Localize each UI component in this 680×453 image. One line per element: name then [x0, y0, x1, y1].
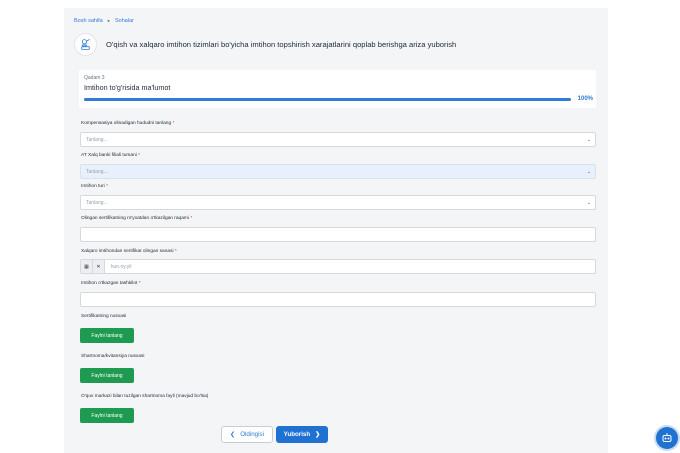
contract-copy-label: Shartnoma/kvitansiya nusxasi: [81, 354, 145, 359]
page-container: Bosh sahifa ▸ Sohalar O'qish va xalqaro …: [64, 8, 608, 453]
certificate-date-label: Xalqaro imtihondan sertifikat olingan sa…: [81, 249, 177, 254]
region-select-value: Tanlang...: [86, 136, 108, 143]
exam-type-select-value: Tanlang...: [86, 199, 108, 206]
progress-label: 100%: [577, 96, 593, 102]
certificate-copy-label: Sertifikatning nusxasi: [81, 314, 127, 319]
step-number: Qadam 3: [84, 75, 105, 81]
region-label: Kompensasiya olinadigan hududni tanlang …: [81, 121, 175, 126]
previous-button-label: Oldingisi: [240, 431, 264, 438]
step-title: Imtihon to'g'risida ma'lumot: [84, 83, 171, 92]
step-progress-card: Qadam 3 Imtihon to'g'risida ma'lumot 100…: [79, 70, 596, 108]
chat-bot-icon: [662, 433, 672, 442]
submit-button[interactable]: Yuborish ❯: [276, 426, 328, 443]
title-row: O'qish va xalqaro imtihon tizimlari bo'y…: [74, 33, 456, 56]
region-select[interactable]: Tanlang... ⌄: [80, 132, 596, 147]
contract-copy-file-button[interactable]: Faylni tanlang: [80, 368, 134, 383]
bank-branch-select-value: Tanlang...: [86, 168, 108, 175]
document-icon: [74, 33, 97, 56]
bank-branch-label: AT Xalq banki filiali tumani *: [81, 153, 141, 158]
bank-branch-select[interactable]: Tanlang... ⌄: [80, 164, 596, 179]
chat-support-button[interactable]: [656, 427, 678, 449]
training-contract-label: O'quv markazi bilan tuzilgan shartnoma f…: [81, 394, 209, 399]
breadcrumb-current-link[interactable]: Sohalar: [115, 18, 134, 24]
certificate-copy-file-button[interactable]: Faylni tanlang: [80, 328, 134, 343]
progress-bar-fill: [84, 98, 571, 101]
page-title: O'qish va xalqaro imtihon tizimlari bo'y…: [106, 40, 457, 49]
chevron-down-icon: ⌄: [586, 136, 591, 143]
clear-icon[interactable]: ✕: [93, 260, 105, 273]
submit-button-label: Yuborish: [283, 431, 311, 438]
exam-type-label: Imtihon turi *: [81, 184, 108, 189]
training-contract-file-button[interactable]: Faylni tanlang: [80, 408, 134, 423]
organizer-input[interactable]: [80, 292, 596, 307]
organizer-label: Imtihon o'tkazgan tashkilot *: [81, 281, 141, 286]
date-placeholder: kun.oy.yil: [111, 263, 132, 270]
calendar-icon[interactable]: ▦: [81, 260, 93, 273]
previous-button[interactable]: ❮ Oldingisi: [221, 426, 273, 443]
chevron-down-icon: ⌄: [586, 168, 591, 175]
chevron-left-icon: ❮: [230, 431, 236, 438]
chevron-down-icon: ⌄: [586, 199, 591, 206]
chevron-right-icon: ▸: [107, 18, 111, 23]
exam-type-select[interactable]: Tanlang... ⌄: [80, 195, 596, 210]
certificate-number-input[interactable]: [80, 227, 596, 242]
breadcrumb-home-link[interactable]: Bosh sahifa: [74, 18, 103, 24]
chevron-right-icon: ❯: [315, 431, 321, 438]
certificate-date-input[interactable]: ▦ ✕ kun.oy.yil: [80, 259, 596, 274]
breadcrumb: Bosh sahifa ▸ Sohalar: [74, 18, 134, 24]
progress-bar: [84, 98, 571, 101]
certificate-number-label: Olingan sertifikatning ro'yxatdan o'tkaz…: [81, 216, 193, 221]
